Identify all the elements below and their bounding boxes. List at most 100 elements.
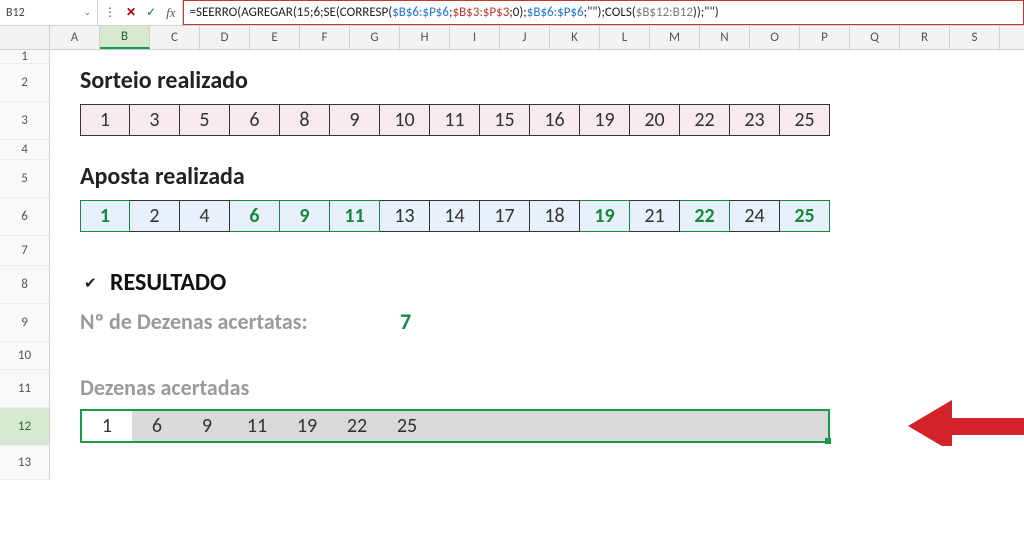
- cell-region[interactable]: Dezenas acertadas: [50, 370, 1024, 408]
- col-header[interactable]: E: [250, 26, 300, 49]
- aposta-cell[interactable]: 21: [630, 200, 680, 232]
- ellipsis-icon[interactable]: ⋮: [104, 5, 116, 20]
- sorteio-cell[interactable]: 6: [230, 104, 280, 136]
- cell-region[interactable]: Nº de Dezenas acertatas: 7: [50, 304, 1024, 342]
- check-icon: ✔: [84, 274, 97, 293]
- row-header[interactable]: 13: [0, 446, 50, 480]
- col-header[interactable]: Q: [850, 26, 900, 49]
- aposta-cell[interactable]: 18: [530, 200, 580, 232]
- col-header[interactable]: J: [500, 26, 550, 49]
- name-box-value: B12: [6, 6, 25, 20]
- row-header[interactable]: 7: [0, 236, 50, 266]
- aposta-cell[interactable]: 13: [380, 200, 430, 232]
- cancel-icon[interactable]: ✕: [126, 5, 136, 20]
- grid: 1 2 Sorteio realizado 3 1 3 5 6 8 9 10 1…: [0, 50, 1024, 480]
- cell-region[interactable]: [50, 342, 1024, 370]
- col-header[interactable]: N: [700, 26, 750, 49]
- result-cell[interactable]: 6: [132, 411, 182, 441]
- col-header[interactable]: O: [750, 26, 800, 49]
- sorteio-cell[interactable]: 8: [280, 104, 330, 136]
- cell-region[interactable]: 1 2 4 6 9 11 13 14 17 18 19 21 22 24 25: [50, 198, 1024, 236]
- row-header[interactable]: 4: [0, 140, 50, 160]
- sorteio-cell[interactable]: 15: [480, 104, 530, 136]
- aposta-cell[interactable]: 19: [580, 200, 630, 232]
- sorteio-cell[interactable]: 16: [530, 104, 580, 136]
- row-header[interactable]: 1: [0, 50, 50, 64]
- sorteio-cell[interactable]: 5: [180, 104, 230, 136]
- col-header[interactable]: H: [400, 26, 450, 49]
- arrow-head-icon: [908, 400, 952, 452]
- sorteio-cell[interactable]: 9: [330, 104, 380, 136]
- arrow-shaft: [948, 418, 1024, 435]
- selected-range[interactable]: 1 6 9 11 19 22 25: [80, 409, 830, 443]
- row-header[interactable]: 6: [0, 198, 50, 236]
- row-header[interactable]: 3: [0, 102, 50, 140]
- sorteio-cell[interactable]: 20: [630, 104, 680, 136]
- select-all-corner[interactable]: [0, 26, 50, 49]
- col-header[interactable]: I: [450, 26, 500, 49]
- aposta-cell[interactable]: 14: [430, 200, 480, 232]
- result-cell[interactable]: 19: [282, 411, 332, 441]
- aposta-cell[interactable]: 9: [280, 200, 330, 232]
- fx-icon[interactable]: fx: [166, 5, 175, 21]
- cell-region[interactable]: Aposta realizada: [50, 160, 1024, 198]
- formula-input[interactable]: =SEERRO(AGREGAR(15;6;SE(CORRESP( $B$6:$P…: [183, 0, 1024, 25]
- row-header[interactable]: 2: [0, 64, 50, 102]
- cell-region[interactable]: Sorteio realizado: [50, 64, 1024, 102]
- chevron-down-icon[interactable]: ⌄: [83, 7, 91, 18]
- sorteio-cell[interactable]: 23: [730, 104, 780, 136]
- cell-region[interactable]: 1 3 5 6 8 9 10 11 15 16 19 20 22 23 25: [50, 102, 1024, 140]
- aposta-cell[interactable]: 4: [180, 200, 230, 232]
- value-ndezenas: 7: [400, 308, 411, 335]
- col-header[interactable]: P: [800, 26, 850, 49]
- aposta-cell[interactable]: 22: [680, 200, 730, 232]
- cell-region[interactable]: [50, 140, 1024, 160]
- result-cell[interactable]: 9: [182, 411, 232, 441]
- row-header[interactable]: 5: [0, 160, 50, 198]
- aposta-cell[interactable]: 1: [80, 200, 130, 232]
- label-aposta: Aposta realizada: [80, 162, 245, 191]
- col-header[interactable]: S: [950, 26, 1000, 49]
- sorteio-cell[interactable]: 3: [130, 104, 180, 136]
- sorteio-cell[interactable]: 19: [580, 104, 630, 136]
- sorteio-cell[interactable]: 25: [780, 104, 830, 136]
- col-header[interactable]: B: [100, 26, 150, 49]
- sorteio-cell[interactable]: 11: [430, 104, 480, 136]
- col-header[interactable]: L: [600, 26, 650, 49]
- col-header[interactable]: G: [350, 26, 400, 49]
- fill-handle[interactable]: [825, 438, 831, 444]
- result-cell[interactable]: 22: [332, 411, 382, 441]
- aposta-cell[interactable]: 11: [330, 200, 380, 232]
- row-header[interactable]: 10: [0, 342, 50, 370]
- aposta-range: 1 2 4 6 9 11 13 14 17 18 19 21 22 24 25: [80, 200, 830, 232]
- cell-region[interactable]: 1 6 9 11 19 22 25: [50, 408, 1024, 446]
- sorteio-cell[interactable]: 22: [680, 104, 730, 136]
- result-cell[interactable]: 25: [382, 411, 432, 441]
- aposta-cell[interactable]: 24: [730, 200, 780, 232]
- cell-region[interactable]: ✔ RESULTADO: [50, 266, 1024, 304]
- name-box[interactable]: B12 ⌄: [0, 0, 98, 25]
- confirm-icon[interactable]: ✓: [146, 5, 156, 20]
- col-header[interactable]: C: [150, 26, 200, 49]
- col-header[interactable]: F: [300, 26, 350, 49]
- aposta-cell[interactable]: 17: [480, 200, 530, 232]
- sorteio-cell[interactable]: 10: [380, 104, 430, 136]
- cell-region[interactable]: [50, 446, 1024, 480]
- aposta-cell[interactable]: 6: [230, 200, 280, 232]
- col-header[interactable]: R: [900, 26, 950, 49]
- aposta-cell[interactable]: 25: [780, 200, 830, 232]
- row-header[interactable]: 12: [0, 408, 50, 446]
- aposta-cell[interactable]: 2: [130, 200, 180, 232]
- col-header[interactable]: K: [550, 26, 600, 49]
- result-cell[interactable]: 11: [232, 411, 282, 441]
- col-header[interactable]: D: [200, 26, 250, 49]
- result-cell[interactable]: 1: [82, 411, 132, 441]
- sorteio-cell[interactable]: 1: [80, 104, 130, 136]
- row-header[interactable]: 9: [0, 304, 50, 342]
- col-header[interactable]: A: [50, 26, 100, 49]
- row-header[interactable]: 8: [0, 266, 50, 304]
- row-header[interactable]: 11: [0, 370, 50, 408]
- col-header[interactable]: M: [650, 26, 700, 49]
- cell-region[interactable]: [50, 50, 1024, 64]
- cell-region[interactable]: [50, 236, 1024, 266]
